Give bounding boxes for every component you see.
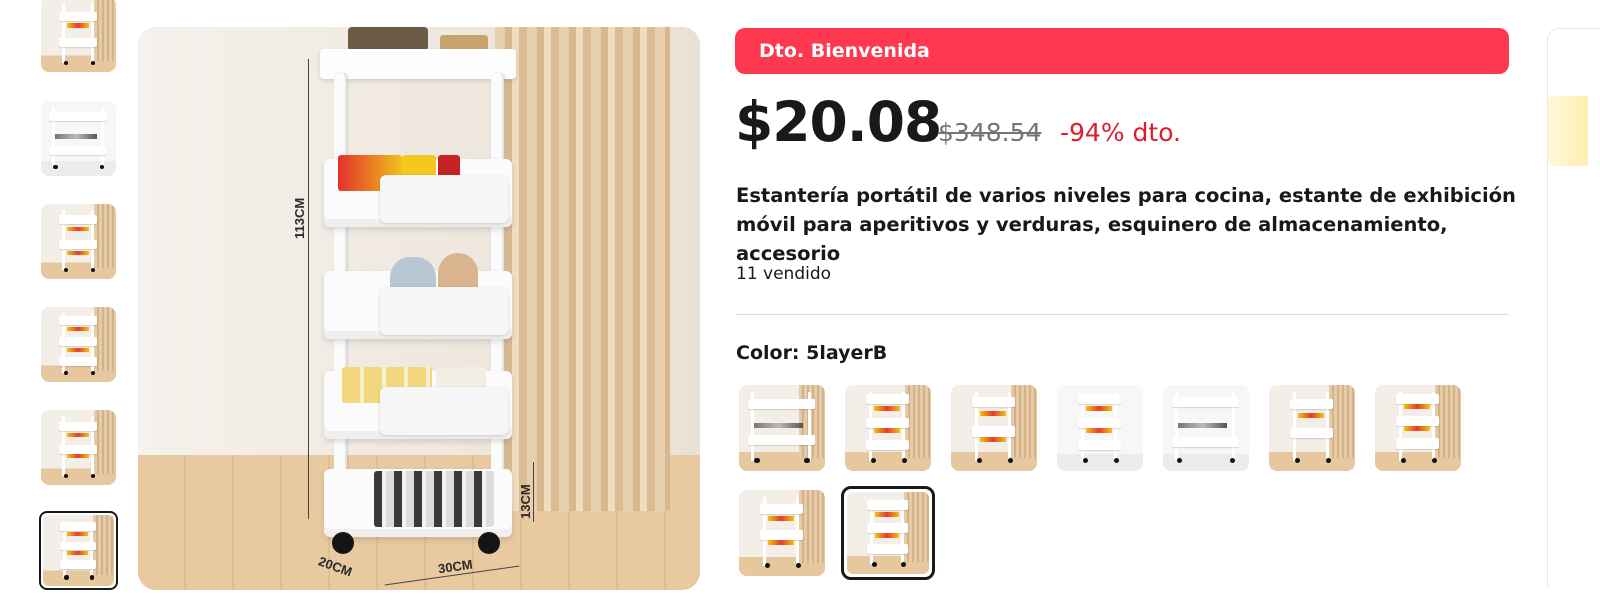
height-dimension-label: 113CM [292,197,307,239]
photo-curtain [495,27,670,512]
rack-basket-4 [324,469,512,537]
sold-count: 11 vendido [736,264,832,284]
rack-basket-3 [324,367,512,439]
rack-wheel-left [332,532,354,554]
gallery-thumb-5[interactable] [41,410,116,485]
rack-top-tray [320,49,516,79]
gallery-thumb-3[interactable] [41,204,116,279]
color-swatch-2[interactable] [845,385,931,471]
gallery-thumb-6-selected[interactable] [39,511,118,590]
main-product-image[interactable]: 113CM 13CM 20CM 30CM [138,27,700,590]
color-swatch-7[interactable] [1375,385,1461,471]
color-swatch-1[interactable] [739,385,825,471]
thumbnail-gallery [39,0,120,615]
color-variant-label: Color: 5layerB [736,342,888,364]
color-swatch-8[interactable] [739,490,825,576]
radio-prop [348,27,428,51]
color-swatch-9-selected[interactable] [841,486,935,580]
gallery-thumb-1[interactable] [41,0,116,72]
original-price: $348.54 [938,118,1042,147]
rack-illustration [320,27,516,554]
rack-basket-2 [324,253,512,339]
gallery-thumb-4[interactable] [41,307,116,382]
basket-dimension-label: 13CM [518,484,533,519]
rack-wheel-right [478,532,500,554]
color-swatch-5[interactable] [1163,385,1249,471]
gallery-thumb-2[interactable] [41,101,116,176]
product-photo-scene: 113CM 13CM 20CM 30CM [138,27,700,590]
color-swatch-6[interactable] [1269,385,1355,471]
basket-dimension-line [533,462,534,522]
height-dimension-line [308,59,309,519]
current-price: $20.08 [735,90,942,154]
section-divider [735,314,1509,315]
discount-percent: -94% dto. [1060,118,1182,147]
color-swatch-3[interactable] [951,385,1037,471]
welcome-discount-banner: Dto. Bienvenida [735,28,1509,74]
color-swatch-4[interactable] [1057,385,1143,471]
rack-basket-1 [324,155,512,227]
side-panel-highlight [1548,96,1588,166]
product-title: Estantería portátil de varios niveles pa… [736,184,1516,265]
